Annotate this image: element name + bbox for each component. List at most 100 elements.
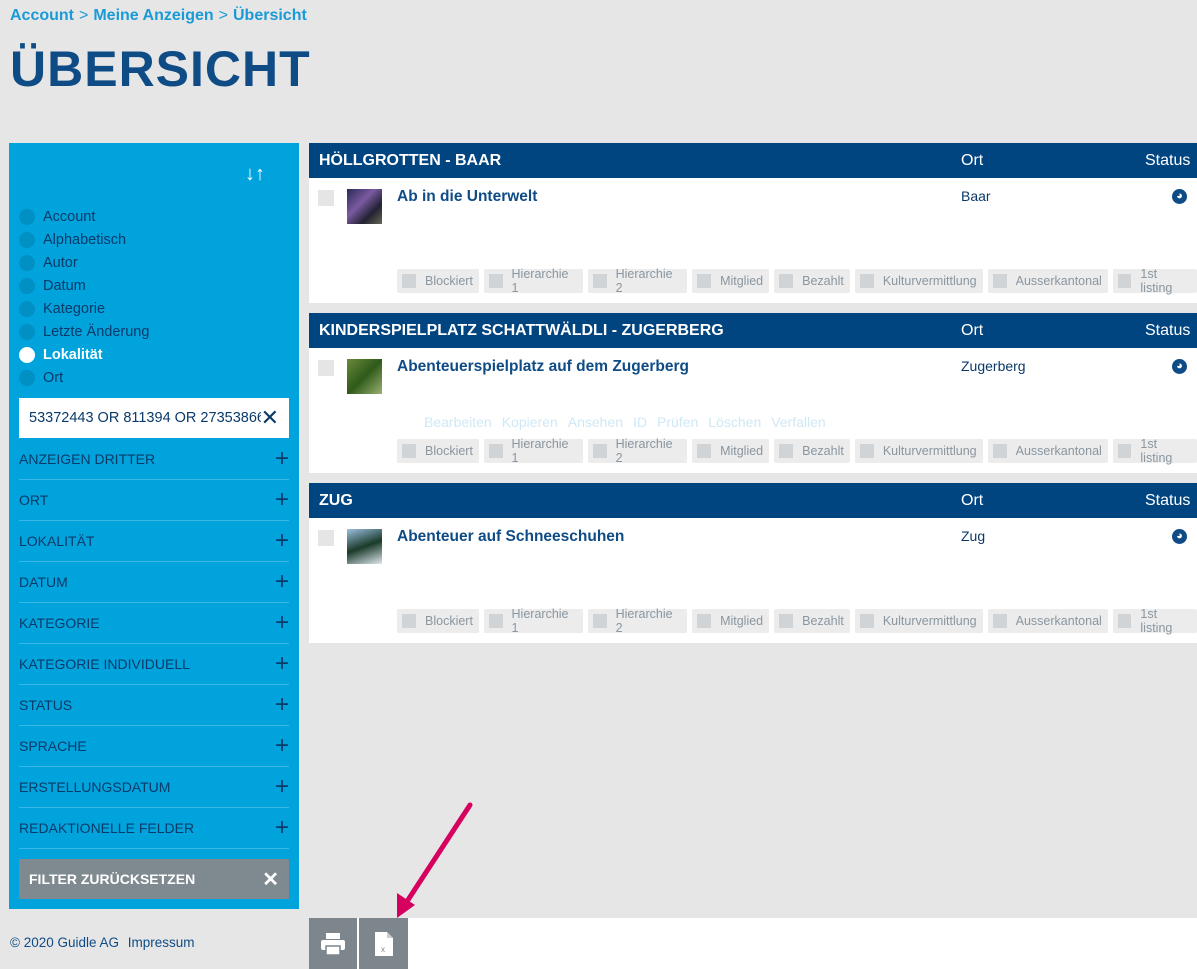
filter-erstellungsdatum[interactable]: Erstellungsdatum + (19, 767, 289, 808)
action-link[interactable]: Prüfen (657, 414, 698, 430)
sort-option[interactable]: Alphabetisch (19, 228, 149, 251)
tag-checkbox[interactable] (859, 274, 874, 288)
globe-icon[interactable]: ◕ (1172, 189, 1187, 204)
tag-checkbox[interactable] (488, 274, 503, 288)
radio-button[interactable] (19, 277, 35, 294)
tag-toggle[interactable]: Kulturvermittlung (854, 439, 983, 463)
tag-checkbox[interactable] (992, 444, 1007, 458)
filter-kategorie[interactable]: Kategorie + (19, 603, 289, 644)
tag-toggle[interactable]: Hierarchie 1 (483, 607, 583, 635)
tag-checkbox[interactable] (593, 444, 607, 458)
action-link[interactable]: Löschen (708, 414, 761, 430)
tag-checkbox[interactable] (593, 274, 607, 288)
tag-checkbox[interactable] (402, 274, 416, 288)
filter-redaktionelle-felder[interactable]: Redaktionelle Felder + (19, 808, 289, 849)
tag-toggle[interactable]: Blockiert (397, 439, 479, 463)
tag-checkbox[interactable] (697, 274, 712, 288)
listing-title[interactable]: Ab in die Unterwelt (397, 188, 537, 206)
globe-icon[interactable]: ◕ (1172, 529, 1187, 544)
tag-checkbox[interactable] (779, 274, 794, 288)
sort-option[interactable]: Datum (19, 274, 149, 297)
tag-toggle[interactable]: Bezahlt (774, 609, 850, 633)
action-link[interactable]: Ansehen (568, 414, 623, 430)
tag-checkbox[interactable] (992, 274, 1007, 288)
tag-checkbox[interactable] (859, 614, 874, 628)
tag-toggle[interactable]: Kulturvermittlung (854, 609, 983, 633)
tag-toggle[interactable]: Hierarchie 2 (588, 437, 688, 465)
sort-option[interactable]: Kategorie (19, 297, 149, 320)
action-link[interactable]: Bearbeiten (424, 414, 492, 430)
sort-option[interactable]: Letzte Änderung (19, 320, 149, 343)
reset-filter-button[interactable]: FILTER ZURÜCKSETZEN ✕ (19, 859, 289, 899)
select-checkbox[interactable] (318, 190, 334, 206)
sort-option[interactable]: Lokalität (19, 343, 149, 366)
tag-checkbox[interactable] (1117, 444, 1132, 458)
tag-checkbox[interactable] (488, 614, 503, 628)
tag-checkbox[interactable] (779, 444, 794, 458)
tag-toggle[interactable]: Hierarchie 1 (483, 267, 583, 295)
listing-title[interactable]: Abenteuer auf Schneeschuhen (397, 528, 624, 546)
tag-toggle[interactable]: 1st listing (1112, 607, 1197, 635)
impressum-link[interactable]: Impressum (128, 935, 195, 950)
action-link[interactable]: Kopieren (502, 414, 558, 430)
tag-checkbox[interactable] (593, 614, 607, 628)
search-input[interactable] (29, 410, 261, 426)
radio-button[interactable] (19, 300, 35, 317)
breadcrumb-uebersicht[interactable]: Übersicht (233, 7, 307, 24)
radio-button[interactable] (19, 254, 35, 271)
tag-checkbox[interactable] (1117, 614, 1132, 628)
tag-toggle[interactable]: Mitglied (692, 439, 770, 463)
tag-checkbox[interactable] (697, 614, 712, 628)
radio-button[interactable] (19, 323, 35, 340)
tag-toggle[interactable]: Kulturvermittlung (854, 269, 983, 293)
filter-kategorie-individuell[interactable]: Kategorie individuell + (19, 644, 289, 685)
filter-datum[interactable]: Datum + (19, 562, 289, 603)
tag-checkbox[interactable] (402, 444, 416, 458)
filter-lokalität[interactable]: Lokalität + (19, 521, 289, 562)
clear-search-icon[interactable]: ✕ (261, 405, 279, 431)
tag-checkbox[interactable] (859, 444, 874, 458)
tag-toggle[interactable]: Blockiert (397, 269, 479, 293)
sort-option[interactable]: Ort (19, 366, 149, 389)
tag-toggle[interactable]: 1st listing (1112, 267, 1197, 295)
tag-toggle[interactable]: Ausserkantonal (987, 609, 1108, 633)
print-button[interactable] (309, 918, 357, 969)
radio-button[interactable] (19, 346, 35, 363)
action-link[interactable]: ID (633, 414, 647, 430)
tag-checkbox[interactable] (1117, 274, 1132, 288)
filter-anzeigen-dritter[interactable]: Anzeigen Dritter + (19, 439, 289, 480)
tag-toggle[interactable]: Hierarchie 1 (483, 437, 583, 465)
tag-toggle[interactable]: Hierarchie 2 (588, 267, 688, 295)
select-checkbox[interactable] (318, 530, 334, 546)
tag-toggle[interactable]: Hierarchie 2 (588, 607, 688, 635)
tag-toggle[interactable]: 1st listing (1112, 437, 1197, 465)
select-checkbox[interactable] (318, 360, 334, 376)
tag-checkbox[interactable] (779, 614, 794, 628)
tag-toggle[interactable]: Ausserkantonal (987, 269, 1108, 293)
radio-button[interactable] (19, 231, 35, 248)
breadcrumb-meine-anzeigen[interactable]: Meine Anzeigen (93, 7, 213, 24)
tag-toggle[interactable]: Blockiert (397, 609, 479, 633)
radio-button[interactable] (19, 208, 35, 225)
sort-option[interactable]: Autor (19, 251, 149, 274)
filter-status[interactable]: Status + (19, 685, 289, 726)
tag-toggle[interactable]: Ausserkantonal (987, 439, 1108, 463)
tag-checkbox[interactable] (488, 444, 503, 458)
filter-sprache[interactable]: Sprache + (19, 726, 289, 767)
sort-arrows-icon[interactable]: ↓↑ (245, 163, 265, 186)
tag-checkbox[interactable] (402, 614, 416, 628)
tag-toggle[interactable]: Mitglied (692, 269, 770, 293)
filter-ort[interactable]: Ort + (19, 480, 289, 521)
tag-toggle[interactable]: Bezahlt (774, 439, 850, 463)
tag-toggle[interactable]: Bezahlt (774, 269, 850, 293)
tag-checkbox[interactable] (992, 614, 1007, 628)
radio-button[interactable] (19, 369, 35, 386)
listing-title[interactable]: Abenteuerspielplatz auf dem Zugerberg (397, 358, 689, 376)
tag-checkbox[interactable] (697, 444, 712, 458)
sort-option[interactable]: Account (19, 205, 149, 228)
excel-export-button[interactable]: x (359, 918, 408, 969)
breadcrumb-account[interactable]: Account (10, 7, 74, 24)
action-link[interactable]: Verfallen (771, 414, 825, 430)
tag-toggle[interactable]: Mitglied (692, 609, 770, 633)
globe-icon[interactable]: ◕ (1172, 359, 1187, 374)
